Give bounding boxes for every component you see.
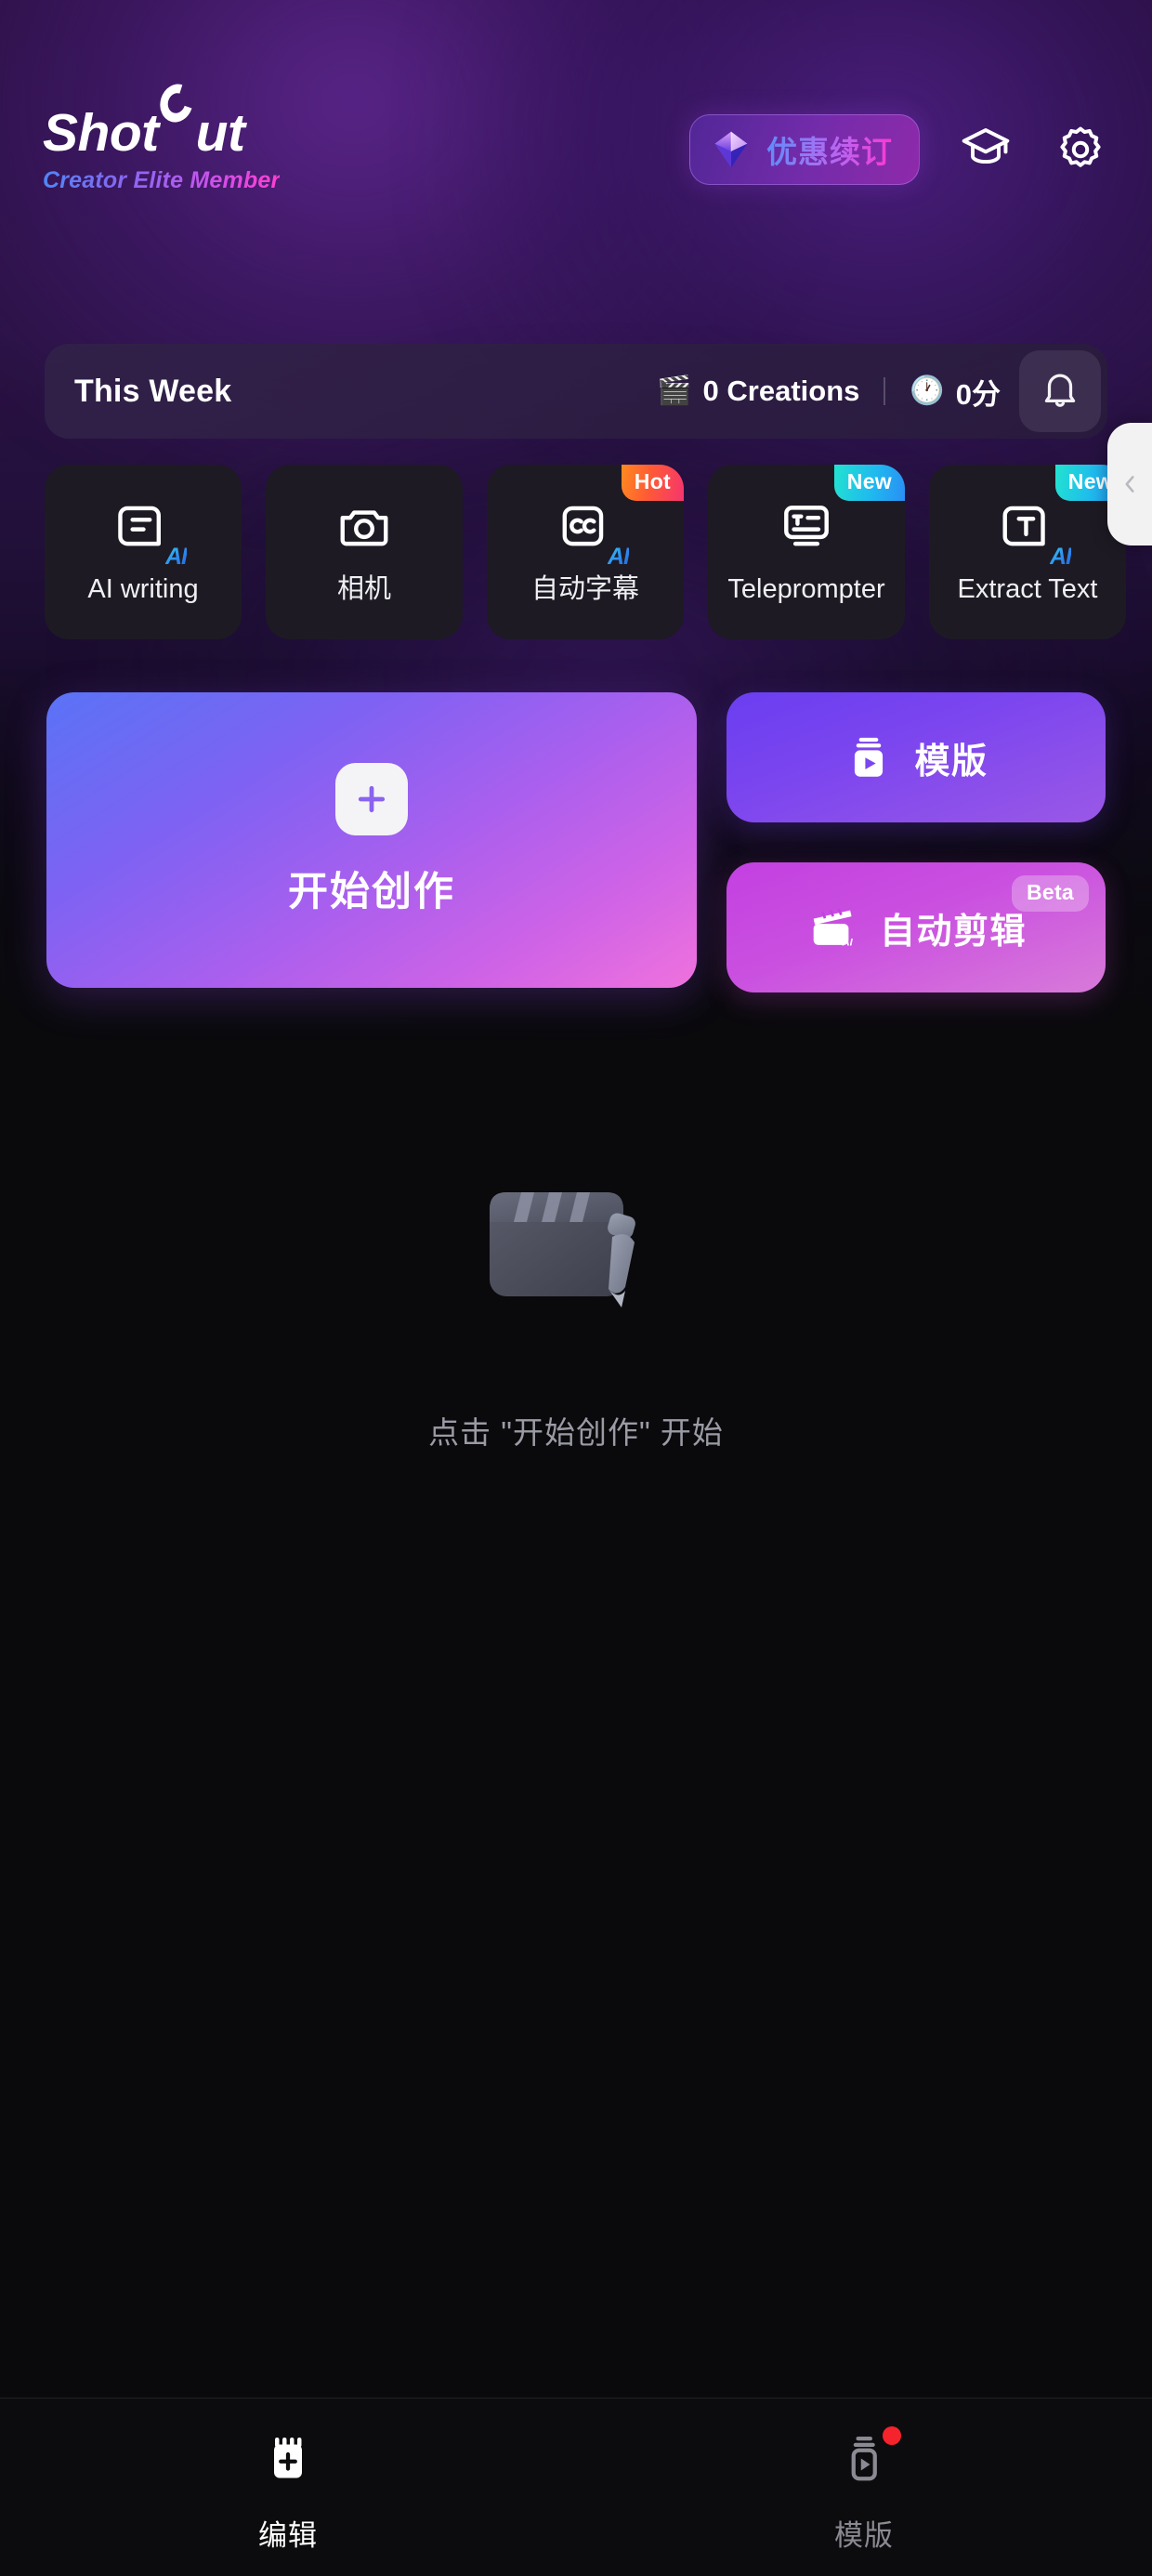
chip-label: AI writing: [87, 574, 199, 604]
template-play-icon: [855, 737, 884, 777]
notifications-button[interactable]: [1019, 350, 1101, 432]
ai-badge-label: AI: [1050, 544, 1072, 570]
ai-badge-label: AI: [165, 544, 188, 570]
renew-subscription-button[interactable]: 优惠续订: [689, 114, 920, 185]
creations-count: 0 Creations: [702, 375, 860, 407]
app-header: Shot ut Creator Elite Member 优惠续订: [0, 0, 1152, 279]
renew-button-label: 优惠续订: [766, 127, 893, 172]
template-button[interactable]: 模版: [727, 692, 1106, 822]
template-button-label: 模版: [914, 742, 988, 782]
logo-text-part2: ut: [195, 103, 245, 163]
badge-hot: Hot: [621, 465, 684, 501]
auto-edit-button-label: 自动剪辑: [879, 912, 1027, 952]
app-logo: Shot ut: [43, 77, 280, 163]
member-tier-label: Creator Elite Member: [43, 167, 281, 193]
week-stats-bar: This Week 🎬 0 Creations 🕐 0分: [45, 344, 1107, 439]
chip-ai-writing[interactable]: AI AI writing: [45, 465, 242, 639]
logo-text-part1: Shot: [43, 103, 159, 163]
brand-block: Shot ut Creator Elite Member: [43, 77, 281, 194]
beta-badge: Beta: [1011, 875, 1089, 912]
gear-icon: [1060, 126, 1101, 167]
empty-state: 点击 "开始创作" 开始: [0, 1166, 1152, 1452]
edit-add-icon: [260, 2425, 316, 2491]
camera-icon: [335, 494, 393, 558]
week-title: This Week: [74, 373, 232, 409]
clock-icon: 🕐: [910, 375, 945, 406]
auto-edit-button[interactable]: Beta AI 自动剪辑: [727, 862, 1106, 992]
svg-text:AI: AI: [842, 938, 854, 949]
clapperboard-icon: 🎬: [657, 375, 692, 406]
creations-stat: 🎬 0 Creations: [657, 375, 859, 408]
chip-extract-text[interactable]: New AI Extract Text: [929, 465, 1126, 639]
ai-badge-label: AI: [608, 544, 630, 570]
chip-auto-subtitles[interactable]: Hot AI 自动字幕: [487, 465, 684, 639]
teleprompter-icon: [778, 494, 835, 558]
chevron-left-icon: [1125, 476, 1134, 493]
app-root: Shot ut Creator Elite Member 优惠续订 This W…: [0, 0, 1152, 2576]
time-stat: 🕐 0分: [910, 371, 1001, 413]
chip-label: Teleprompter: [727, 574, 885, 604]
clapperboard-ai-icon: AI: [813, 908, 854, 949]
panel-pull-tab[interactable]: [1107, 423, 1152, 545]
time-value: 0分: [955, 377, 1001, 411]
tutorials-button[interactable]: [957, 121, 1015, 178]
week-stats-group: 🎬 0 Creations 🕐 0分: [657, 371, 1019, 413]
nav-item-template[interactable]: 模版: [576, 2425, 1152, 2554]
start-creating-button[interactable]: 开始创作: [46, 692, 697, 988]
bottom-navigation: 编辑 模版: [0, 2398, 1152, 2576]
logo-c-glyph: [154, 77, 198, 151]
chip-label: Extract Text: [957, 574, 1098, 604]
plus-icon: [335, 763, 408, 835]
stat-divider: [884, 377, 886, 405]
document-ai-icon: AI: [114, 494, 188, 570]
bell-icon: [1044, 374, 1076, 407]
notification-dot: [883, 2426, 901, 2445]
gem-icon: [714, 131, 748, 168]
clapperboard-3d-illustration: [490, 1192, 635, 1308]
template-play-icon: [836, 2425, 901, 2491]
badge-new: New: [833, 465, 905, 501]
graduation-cap-icon: [962, 128, 1010, 164]
closed-caption-ai-icon: AI: [556, 494, 630, 570]
settings-button[interactable]: [1052, 121, 1109, 178]
nav-item-edit[interactable]: 编辑: [0, 2425, 576, 2554]
chip-camera[interactable]: 相机: [266, 465, 463, 639]
chip-label: 相机: [336, 574, 391, 604]
nav-label: 模版: [834, 2519, 894, 2552]
empty-state-text: 点击 "开始创作" 开始: [428, 1415, 724, 1450]
feature-chip-row[interactable]: AI AI writing 相机 Hot AI 自动字幕 New Telepro…: [45, 465, 1152, 639]
header-actions: 优惠续订: [689, 114, 1109, 185]
nav-label: 编辑: [258, 2519, 318, 2552]
chip-teleprompter[interactable]: New Teleprompter: [708, 465, 905, 639]
text-extract-ai-icon: AI: [999, 494, 1072, 570]
start-creating-label: 开始创作: [288, 870, 455, 914]
chip-label: 自动字幕: [530, 574, 639, 604]
